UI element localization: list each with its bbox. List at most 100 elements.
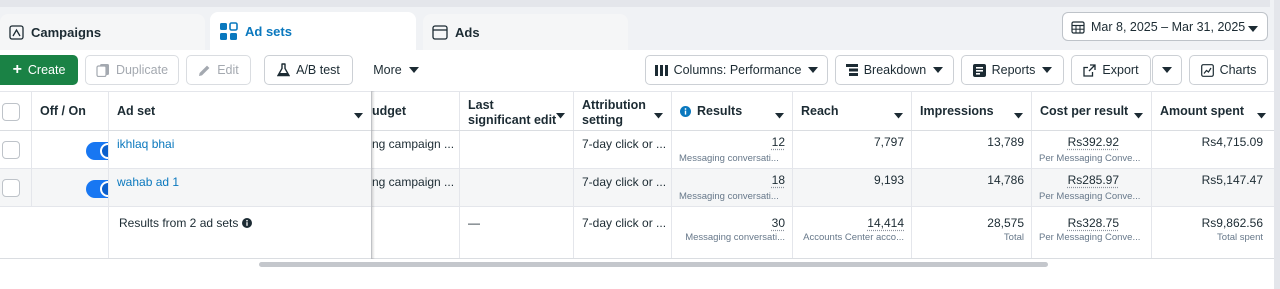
adset-cost-per-result[interactable]: Rs285.97 [1068, 173, 1119, 187]
campaign-folder-icon [9, 24, 24, 40]
table-row[interactable]: ikhlaq bhai ng campaign ... 7-day click … [0, 131, 1274, 169]
sort-caret-icon [354, 108, 363, 122]
row-results-cell: 12 Messaging conversati... [672, 131, 793, 168]
totals-amount-spent: Rs9,862.56 [1201, 216, 1263, 230]
columns-icon [654, 64, 668, 76]
calendar-icon [1071, 20, 1085, 34]
row-cost-cell: Rs285.97 Per Messaging Conve... [1032, 169, 1152, 206]
sort-caret-icon [556, 108, 565, 122]
toolbar: + Create Duplicate Edit A/B test More Co… [0, 50, 1280, 91]
chevron-down-icon [1248, 22, 1258, 36]
header-amount-spent[interactable]: Amount spent [1152, 92, 1274, 130]
adset-results[interactable]: 18 [772, 173, 785, 187]
tab-campaigns-label: Campaigns [31, 24, 102, 40]
header-impressions-label: Impressions [920, 104, 994, 118]
adset-reach: 7,797 [873, 135, 904, 149]
adset-amount-spent: Rs5,147.47 [1201, 173, 1263, 187]
row-reach-cell: 7,797 [793, 131, 912, 168]
ab-test-label: A/B test [296, 63, 340, 77]
adset-name-link[interactable]: wahab ad 1 [117, 175, 179, 189]
date-range-label: Mar 8, 2025 – Mar 31, 2025 [1091, 19, 1246, 34]
totals-results[interactable]: 30 [772, 216, 785, 230]
row-impressions-cell: 14,786 [912, 169, 1032, 206]
adset-toggle[interactable] [86, 180, 108, 198]
header-attribution[interactable]: Attribution setting [574, 92, 672, 130]
columns-button[interactable]: Columns: Performance [645, 55, 828, 85]
header-attribution-label: Attribution setting [582, 98, 646, 127]
info-icon[interactable] [242, 218, 253, 228]
duplicate-button[interactable]: Duplicate [85, 55, 179, 85]
chevron-down-icon [933, 66, 944, 74]
top-divider [0, 0, 1270, 7]
adset-cost-per-result[interactable]: Rs392.92 [1068, 135, 1119, 149]
header-budget[interactable]: udget [372, 92, 460, 130]
ad-window-icon [432, 24, 448, 40]
chevron-down-icon [808, 66, 819, 74]
adset-name-link[interactable]: ikhlaq bhai [117, 137, 174, 151]
columns-label: Columns: Performance [673, 63, 802, 77]
header-reach-label: Reach [801, 104, 839, 118]
duplicate-label: Duplicate [115, 63, 169, 77]
export-options-button[interactable] [1152, 55, 1182, 85]
breakdown-button[interactable]: Breakdown [835, 55, 954, 85]
date-range-picker[interactable]: Mar 8, 2025 – Mar 31, 2025 [1062, 12, 1268, 41]
adset-results[interactable]: 12 [772, 135, 785, 149]
sort-caret-icon [1257, 108, 1266, 122]
totals-reach[interactable]: 14,414 [867, 216, 904, 230]
more-label: More [373, 63, 402, 77]
row-cost-cell: Rs392.92 Per Messaging Conve... [1032, 131, 1152, 168]
row-impressions-cell: 13,789 [912, 131, 1032, 168]
duplicate-icon [96, 63, 110, 77]
reports-label: Reports [991, 63, 1036, 77]
tab-ads[interactable]: Ads [423, 14, 628, 50]
totals-empty-cell [0, 207, 109, 258]
totals-reach-type: Accounts Center acco... [803, 232, 904, 243]
header-last-edit[interactable]: Last significant edit [460, 92, 574, 130]
totals-cost-per-result[interactable]: Rs328.75 [1068, 216, 1119, 230]
row-amount-cell: Rs5,147.47 [1152, 169, 1274, 206]
adset-toggle[interactable] [86, 142, 108, 160]
row-checkbox[interactable] [2, 179, 20, 197]
header-results-label: Results [697, 104, 743, 118]
header-impressions[interactable]: Impressions [912, 92, 1032, 130]
export-button[interactable]: Export [1071, 55, 1151, 85]
charts-button[interactable]: Charts [1189, 55, 1268, 85]
row-last-edit-cell [460, 131, 574, 168]
tab-adsets[interactable]: Ad sets [210, 12, 416, 50]
sort-caret-icon [775, 108, 784, 122]
sort-caret-icon [1134, 108, 1143, 122]
row-select-cell [0, 131, 32, 168]
chart-icon [1200, 63, 1214, 77]
export-label: Export [1102, 63, 1139, 77]
edit-button[interactable]: Edit [186, 55, 251, 85]
tab-campaigns[interactable]: Campaigns [0, 14, 205, 50]
header-last-edit-label: Last significant edit [468, 98, 557, 127]
row-amount-cell: Rs4,715.09 [1152, 131, 1274, 168]
totals-attribution-cell: 7-day click or ... [574, 207, 672, 258]
header-amount-spent-label: Amount spent [1160, 104, 1245, 118]
header-cost-per-result[interactable]: Cost per result [1032, 92, 1152, 130]
adset-amount-spent: Rs4,715.09 [1201, 135, 1263, 149]
more-button[interactable]: More [364, 55, 428, 85]
sort-caret-icon [1014, 108, 1023, 122]
header-reach[interactable]: Reach [793, 92, 912, 130]
header-off-on-label: Off / On [40, 104, 86, 118]
adset-budget: ng campaign ... [372, 137, 455, 151]
horizontal-scrollbar[interactable] [259, 262, 1048, 267]
reports-icon [972, 63, 986, 77]
breakdown-icon [845, 64, 858, 76]
ab-test-button[interactable]: A/B test [264, 55, 353, 85]
row-checkbox[interactable] [2, 141, 20, 159]
header-results[interactable]: Results [672, 92, 793, 130]
create-button[interactable]: + Create [0, 55, 78, 85]
totals-amount-type: Total spent [1217, 232, 1263, 243]
header-off-on[interactable]: Off / On [32, 92, 109, 130]
adsets-grid-icon [219, 21, 238, 41]
row-reach-cell: 9,193 [793, 169, 912, 206]
row-select-cell [0, 169, 32, 206]
header-ad-set[interactable]: Ad set [109, 92, 372, 130]
totals-last-edit: — [468, 216, 480, 230]
reports-button[interactable]: Reports [961, 55, 1064, 85]
table-row[interactable]: wahab ad 1 ng campaign ... 7-day click o… [0, 169, 1274, 207]
select-all-checkbox[interactable] [2, 103, 20, 121]
